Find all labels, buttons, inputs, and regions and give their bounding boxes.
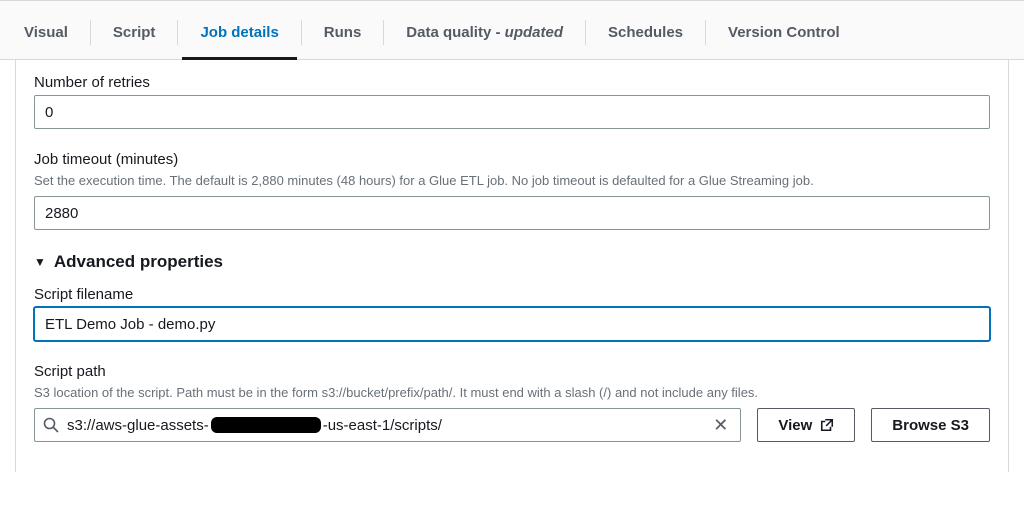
- timeout-input[interactable]: [34, 196, 990, 230]
- view-button-label: View: [778, 417, 812, 434]
- redacted-account-id: [211, 417, 321, 433]
- tab-version-control[interactable]: Version Control: [706, 6, 862, 59]
- job-tabs: Visual Script Job details Runs Data qual…: [0, 6, 1024, 60]
- tab-label: Runs: [324, 24, 362, 41]
- advanced-properties-toggle[interactable]: ▼ Advanced properties: [34, 252, 990, 272]
- script-path-value[interactable]: s3://aws-glue-assets--us-east-1/scripts/: [67, 417, 701, 434]
- tab-label: Job details: [200, 24, 278, 41]
- tab-label: Data quality - updated: [406, 24, 563, 41]
- browse-s3-button-label: Browse S3: [892, 417, 969, 434]
- search-icon: [43, 417, 59, 433]
- timeout-label: Job timeout (minutes): [34, 151, 990, 168]
- field-number-of-retries: Number of retries: [34, 74, 990, 129]
- tab-script[interactable]: Script: [91, 6, 178, 59]
- tab-label: Version Control: [728, 24, 840, 41]
- tab-data-quality[interactable]: Data quality - updated: [384, 6, 585, 59]
- view-button[interactable]: View: [757, 408, 855, 442]
- advanced-properties-title: Advanced properties: [54, 252, 223, 272]
- tab-label: Visual: [24, 24, 68, 41]
- script-filename-input[interactable]: [34, 307, 990, 341]
- tab-job-details[interactable]: Job details: [178, 6, 300, 59]
- tab-label: Schedules: [608, 24, 683, 41]
- tab-runs[interactable]: Runs: [302, 6, 384, 59]
- script-path-help: S3 location of the script. Path must be …: [34, 384, 990, 402]
- field-job-timeout: Job timeout (minutes) Set the execution …: [34, 151, 990, 230]
- retries-input[interactable]: [34, 95, 990, 129]
- tab-label: Script: [113, 24, 156, 41]
- script-path-label: Script path: [34, 363, 990, 380]
- caret-down-icon: ▼: [34, 255, 46, 269]
- browse-s3-button[interactable]: Browse S3: [871, 408, 990, 442]
- tab-visual[interactable]: Visual: [2, 6, 90, 59]
- retries-label: Number of retries: [34, 74, 990, 91]
- job-details-panel: Number of retries Job timeout (minutes) …: [15, 60, 1009, 472]
- script-filename-label: Script filename: [34, 286, 990, 303]
- tab-schedules[interactable]: Schedules: [586, 6, 705, 59]
- clear-icon[interactable]: ✕: [709, 416, 732, 434]
- field-script-path: Script path S3 location of the script. P…: [34, 363, 990, 442]
- external-link-icon: [820, 418, 834, 432]
- timeout-help: Set the execution time. The default is 2…: [34, 172, 990, 190]
- field-script-filename: Script filename: [34, 286, 990, 341]
- script-path-input-wrap[interactable]: s3://aws-glue-assets--us-east-1/scripts/…: [34, 408, 741, 442]
